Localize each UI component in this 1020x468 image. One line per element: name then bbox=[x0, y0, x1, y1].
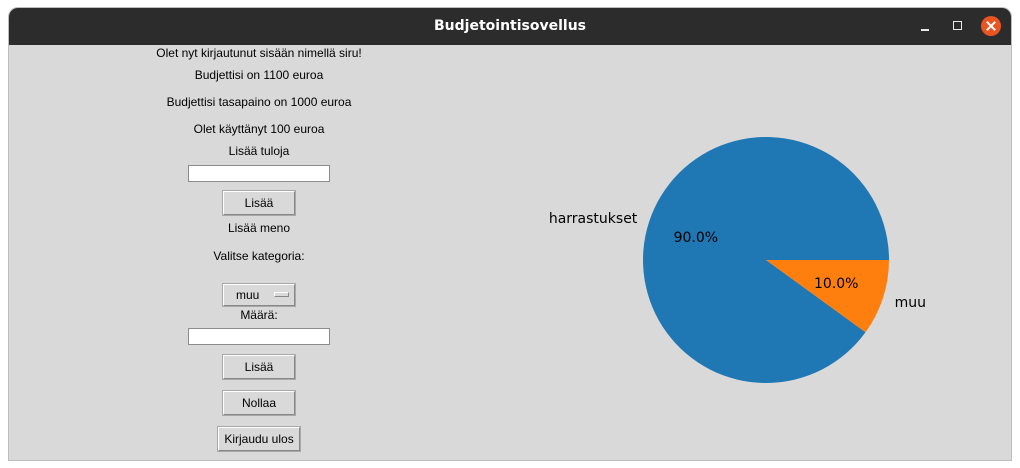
reset-button[interactable]: Nollaa bbox=[223, 391, 295, 415]
add-income-button[interactable]: Lisää bbox=[223, 191, 295, 215]
category-select[interactable]: muu bbox=[223, 284, 295, 306]
budget-text: Budjettisi on 1100 euroa bbox=[194, 68, 324, 82]
expense-pie-chart: 90.0% harrastukset 10.0% muu bbox=[549, 136, 926, 383]
income-input[interactable] bbox=[188, 165, 330, 182]
add-expense-label: Lisää meno bbox=[227, 221, 291, 235]
app-window: Budjetointisovellus Olet nyt kirjautunut… bbox=[9, 8, 1011, 460]
window-title: Budjetointisovellus bbox=[434, 18, 586, 34]
pie-percent-label: 90.0% bbox=[674, 230, 718, 246]
pie-slice-harrastukset bbox=[643, 136, 889, 383]
logged-in-message: Olet nyt kirjautunut sisään nimellä siru… bbox=[156, 46, 362, 60]
add-expense-button[interactable]: Lisää bbox=[223, 355, 295, 379]
minimize-icon[interactable] bbox=[915, 16, 935, 36]
category-label: Valitse kategoria: bbox=[213, 249, 305, 263]
title-bar[interactable]: Budjetointisovellus bbox=[9, 8, 1011, 45]
pie-category-label: harrastukset bbox=[549, 211, 638, 227]
spent-text: Olet käyttänyt 100 euroa bbox=[193, 122, 325, 136]
add-income-label: Lisää tuloja bbox=[228, 144, 290, 158]
balance-text: Budjettisi tasapaino on 1000 euroa bbox=[166, 95, 352, 109]
amount-label: Määrä: bbox=[240, 308, 278, 322]
content-area: Olet nyt kirjautunut sisään nimellä siru… bbox=[9, 45, 1011, 460]
pie-percent-label: 10.0% bbox=[814, 276, 858, 292]
maximize-icon[interactable] bbox=[948, 16, 968, 36]
logout-button[interactable]: Kirjaudu ulos bbox=[218, 427, 300, 451]
dropdown-indicator-icon bbox=[274, 292, 289, 297]
category-selected-value: muu bbox=[236, 288, 260, 302]
pie-category-label: muu bbox=[895, 295, 926, 311]
close-icon[interactable] bbox=[981, 16, 1001, 36]
amount-input[interactable] bbox=[188, 328, 330, 345]
